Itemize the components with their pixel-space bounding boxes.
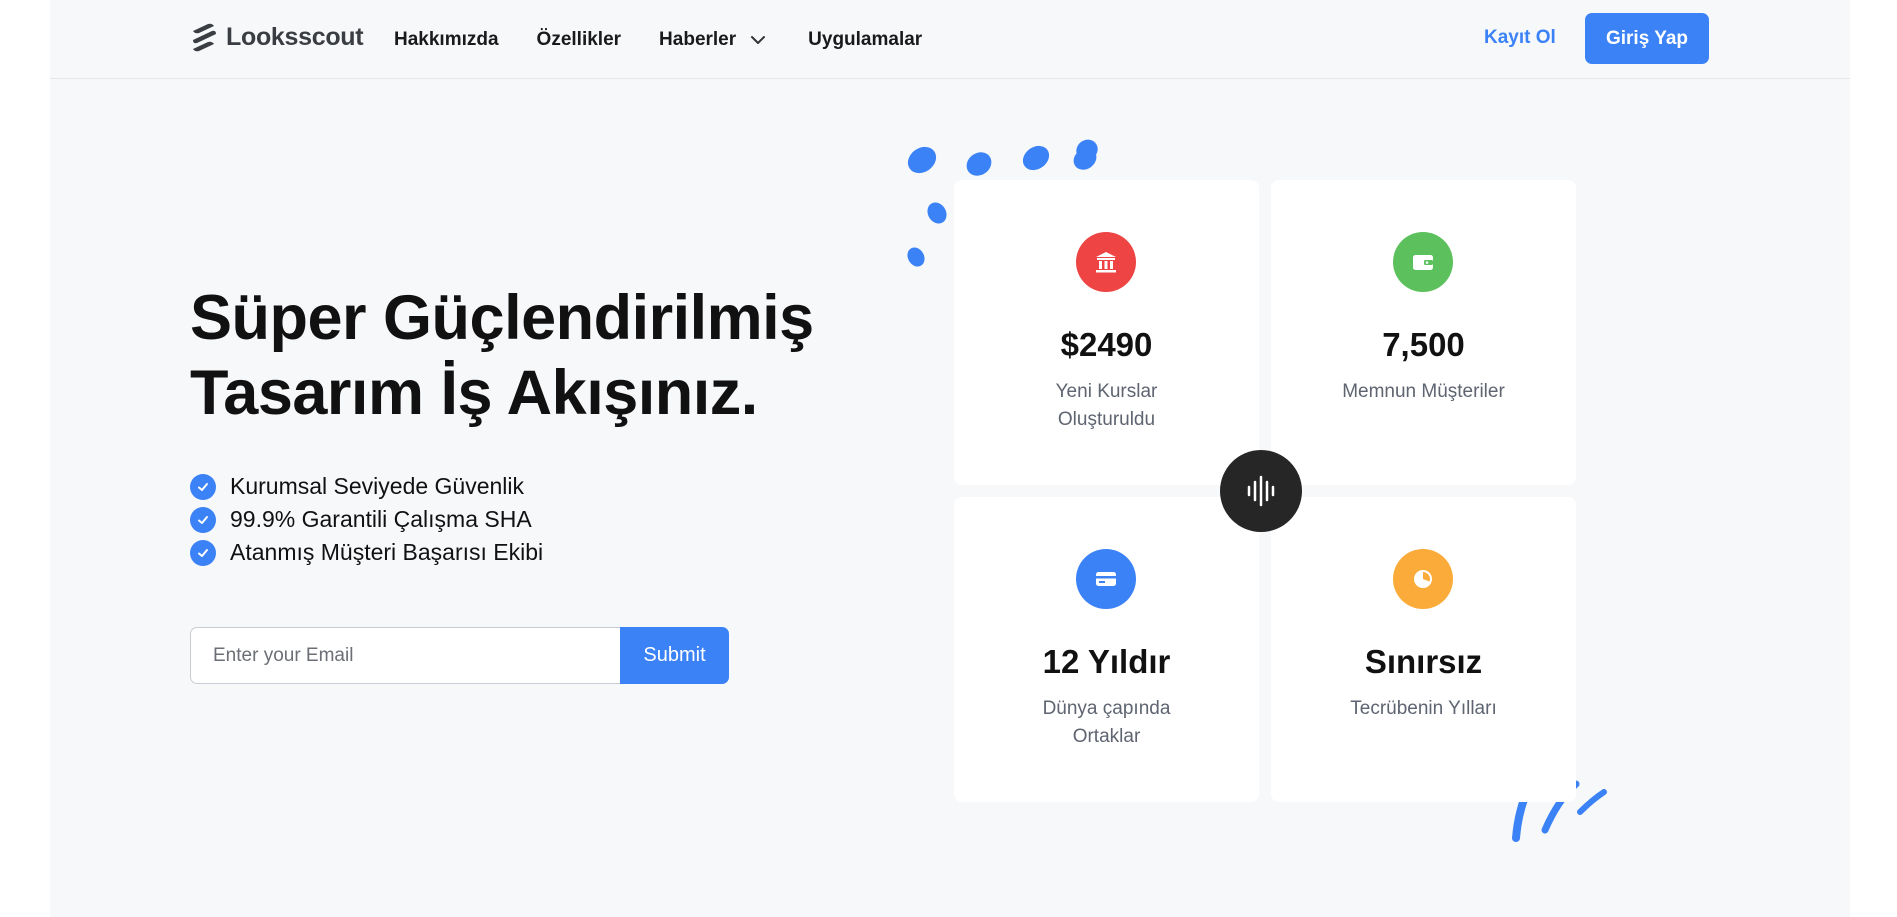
- stat-value: Sınırsız: [1364, 643, 1483, 680]
- stat-label: Memnun Müşteriler: [1342, 381, 1505, 402]
- feature-item: Atanmış Müşteri Başarısı Ekibi: [190, 536, 543, 569]
- stat-label: Tecrübenin Yılları: [1350, 698, 1497, 719]
- pie-chart-icon: [1393, 549, 1453, 609]
- hero-title: Süper Güçlendirilmiş Tasarım İş Akışınız…: [190, 281, 814, 431]
- hero-title-line-2: Tasarım İş Akışınız.: [190, 358, 758, 428]
- email-signup-form: Submit: [190, 627, 729, 684]
- feature-text: Atanmış Müşteri Başarısı Ekibi: [230, 539, 544, 565]
- main-nav: Hakkımızda Özellikler Haberler Uygulamal…: [394, 0, 922, 79]
- nav-link-label: Hakkımızda: [394, 28, 499, 50]
- logo[interactable]: Looksscout: [190, 22, 364, 52]
- stat-value: $2490: [1060, 326, 1153, 363]
- nav-link-apps[interactable]: Uygulamalar: [808, 29, 922, 51]
- login-button[interactable]: Giriş Yap: [1585, 13, 1709, 64]
- nav-link-label: Özellikler: [536, 28, 622, 50]
- wallet-icon: [1393, 232, 1453, 292]
- stat-value: 12 Yıldır: [1042, 643, 1171, 680]
- check-icon: [190, 473, 216, 500]
- logo-icon: [193, 23, 216, 52]
- stat-card-courses: $2490 Yeni Kurslar Oluşturuldu: [954, 180, 1259, 485]
- feature-item: 99.9% Garantili Çalışma SHA: [190, 503, 543, 536]
- bank-icon: [1076, 232, 1136, 292]
- check-icon: [190, 539, 216, 566]
- stat-card-experience: Sınırsız Tecrübenin Yılları: [1271, 497, 1576, 802]
- signup-link[interactable]: Kayıt Ol: [1484, 27, 1556, 49]
- stat-label: Dünya çapında Ortaklar: [1042, 698, 1171, 747]
- page-background: Looksscout Hakkımızda Özellikler Haberle…: [50, 0, 1850, 917]
- feature-item: Kurumsal Seviyede Güvenlik: [190, 470, 543, 503]
- soundwave-icon[interactable]: [1220, 450, 1302, 532]
- nav-link-about[interactable]: Hakkımızda: [394, 29, 499, 51]
- feature-list: Kurumsal Seviyede Güvenlik 99.9% Garanti…: [190, 470, 543, 569]
- logo-text: Looksscout: [226, 22, 364, 51]
- nav-link-features[interactable]: Özellikler: [537, 29, 622, 51]
- stat-card-partners: 12 Yıldır Dünya çapında Ortaklar: [954, 497, 1259, 802]
- nav-link-news[interactable]: Haberler: [659, 29, 768, 51]
- nav-link-label: Uygulamalar: [808, 28, 923, 50]
- stat-label: Yeni Kurslar Oluşturuldu: [1055, 381, 1158, 430]
- check-icon: [190, 506, 216, 533]
- stat-card-customers: 7,500 Memnun Müşteriler: [1271, 180, 1576, 485]
- email-input[interactable]: [190, 627, 620, 684]
- nav-link-label: Haberler: [659, 28, 737, 50]
- chevron-down-icon: [751, 35, 766, 44]
- top-navbar: Looksscout Hakkımızda Özellikler Haberle…: [50, 0, 1850, 79]
- credit-card-icon: [1076, 549, 1136, 609]
- feature-text: Kurumsal Seviyede Güvenlik: [230, 473, 525, 499]
- feature-text: 99.9% Garantili Çalışma SHA: [230, 506, 532, 532]
- hero-title-line-1: Süper Güçlendirilmiş: [190, 283, 814, 353]
- stat-value: 7,500: [1382, 326, 1465, 363]
- submit-button[interactable]: Submit: [620, 627, 729, 684]
